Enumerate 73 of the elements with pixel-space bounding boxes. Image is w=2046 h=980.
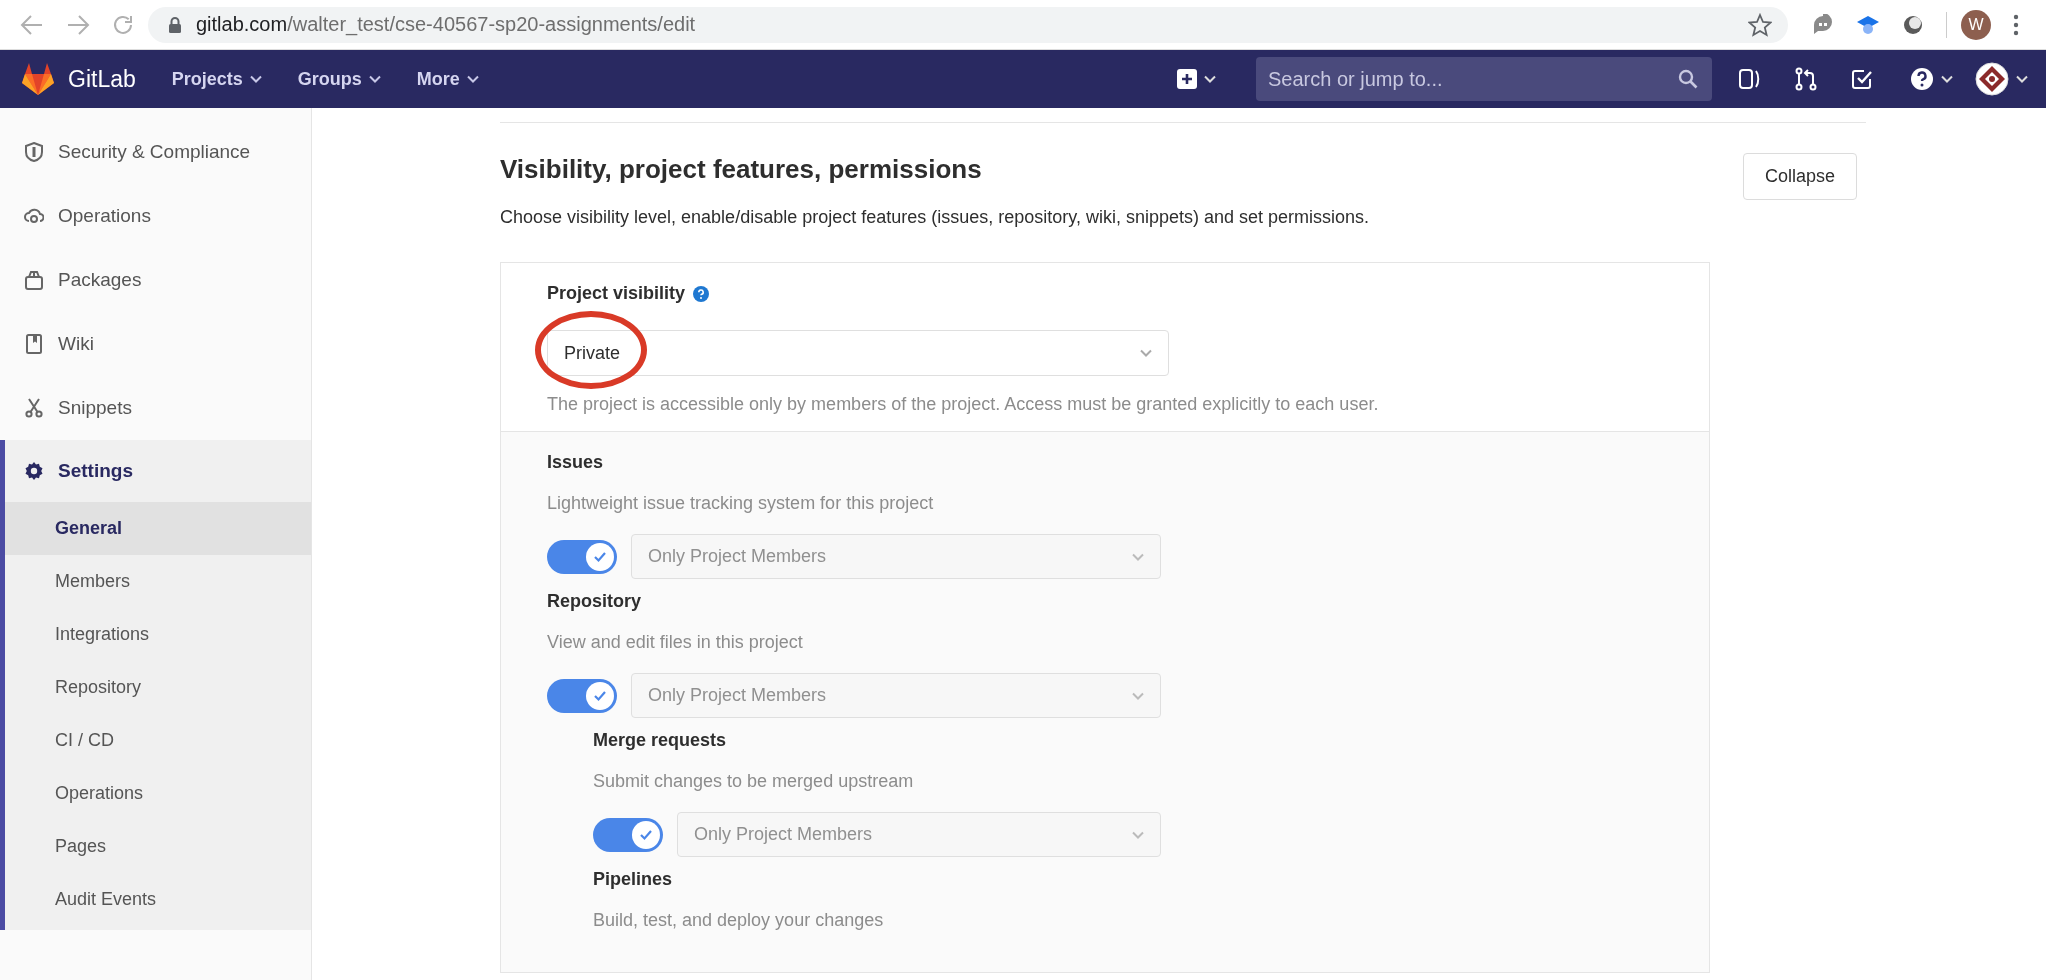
chevron-down-icon xyxy=(2016,75,2028,83)
sidebar-subitem[interactable]: Operations xyxy=(5,767,311,820)
sidebar-item[interactable]: Packages xyxy=(0,248,311,312)
sidebar-item[interactable]: Snippets xyxy=(0,376,311,440)
feature-description: View and edit files in this project xyxy=(547,632,804,653)
url-text: gitlab.com/walter_test/cse-40567-sp20-assignments/edit xyxy=(196,13,696,36)
lock-icon xyxy=(168,15,182,34)
help-icon xyxy=(1910,67,1934,91)
nav-menu-button[interactable]: Projects xyxy=(163,62,270,96)
field-hint: The project is accessible only by members of the project. Access must be granted explicitly to each user. xyxy=(547,394,1380,415)
sidebar-subitem[interactable]: Integrations xyxy=(5,608,311,661)
circle-icon[interactable] xyxy=(1902,13,1924,36)
fox-logo-icon xyxy=(20,62,56,96)
feature-title: Issues xyxy=(547,452,605,473)
more-menu-icon[interactable] xyxy=(2013,13,2019,36)
chevron-down-icon xyxy=(466,75,479,83)
feature-title: Merge requests xyxy=(593,730,728,751)
checkbox-icon[interactable] xyxy=(1850,67,1874,91)
chevron-down-icon xyxy=(1132,830,1144,839)
merge-request-icon[interactable] xyxy=(1794,67,1818,91)
cloud-icon xyxy=(24,206,44,226)
chevron-down-icon xyxy=(1132,552,1144,561)
toggle-switch[interactable] xyxy=(547,678,617,713)
collapse-button[interactable]: Collapse xyxy=(1743,153,1857,200)
scissors-icon xyxy=(24,398,44,418)
feature-description: Lightweight issue tracking system for this project xyxy=(547,493,935,514)
feature-title: Pipelines xyxy=(593,869,674,890)
chevron-down-icon xyxy=(1204,75,1216,83)
check-icon xyxy=(593,689,607,702)
sidebar-item[interactable]: Operations xyxy=(0,184,311,248)
field-label: Project visibility xyxy=(547,283,686,304)
section-description: Choose visibility level, enable/disable project features (issues, repository, wiki, snippets) and set permissions. xyxy=(500,207,1371,228)
user-avatar-icon xyxy=(1975,62,2009,96)
brand-name[interactable]: GitLab xyxy=(68,65,136,93)
section-title: Visibility, project features, permissions xyxy=(500,153,983,185)
sidebar-subitem[interactable]: Repository xyxy=(5,661,311,714)
chevron-down-icon xyxy=(1140,349,1152,357)
help-icon[interactable] xyxy=(693,285,710,302)
star-icon[interactable] xyxy=(1748,12,1772,37)
speech-bubble-icon[interactable] xyxy=(1812,13,1834,36)
package-icon xyxy=(24,270,44,290)
sidebar-subitem[interactable]: Members xyxy=(5,555,311,608)
sidebar-item[interactable]: Wiki xyxy=(0,312,311,376)
sidebar-subitem[interactable]: CI / CD xyxy=(5,714,311,767)
toggle-switch[interactable] xyxy=(593,817,663,852)
graduation-cap-icon[interactable] xyxy=(1856,13,1880,36)
chevron-down-icon xyxy=(368,75,381,83)
address-bar[interactable]: gitlab.com/walter_test/cse-40567-sp20-assignments/edit xyxy=(148,6,1788,43)
settings-icon xyxy=(24,461,44,481)
sidebar-subitem[interactable]: General xyxy=(5,502,311,555)
sidebar-item[interactable]: Settings xyxy=(5,440,311,502)
visibility-dropdown[interactable]: Private xyxy=(547,330,1169,376)
profile-avatar[interactable]: W xyxy=(1961,9,1991,40)
feature-title: Repository xyxy=(547,591,643,612)
search-field[interactable]: Search or jump to... xyxy=(1256,57,1712,101)
shield-icon xyxy=(24,142,44,162)
panel-toggle-icon[interactable] xyxy=(1738,67,1762,91)
sidebar-item[interactable]: Security & Compliance xyxy=(0,120,311,184)
search-icon xyxy=(1678,69,1698,89)
nav-menu-button[interactable]: More xyxy=(408,62,487,96)
sidebar-subitem[interactable]: Pages xyxy=(5,820,311,873)
plus-square-icon xyxy=(1177,69,1197,89)
feature-description: Build, test, and deploy your changes xyxy=(593,910,885,931)
check-icon xyxy=(593,550,607,563)
feature-description: Submit changes to be merged upstream xyxy=(593,771,915,792)
book-icon xyxy=(24,334,44,354)
toggle-switch[interactable] xyxy=(547,539,617,574)
nav-menu-button[interactable]: Groups xyxy=(289,62,389,96)
chevron-down-icon xyxy=(1941,75,1953,83)
sidebar-subitem[interactable]: Audit Events xyxy=(5,873,311,926)
check-icon xyxy=(639,828,653,841)
chevron-down-icon xyxy=(1132,691,1144,700)
chevron-down-icon xyxy=(249,75,262,83)
